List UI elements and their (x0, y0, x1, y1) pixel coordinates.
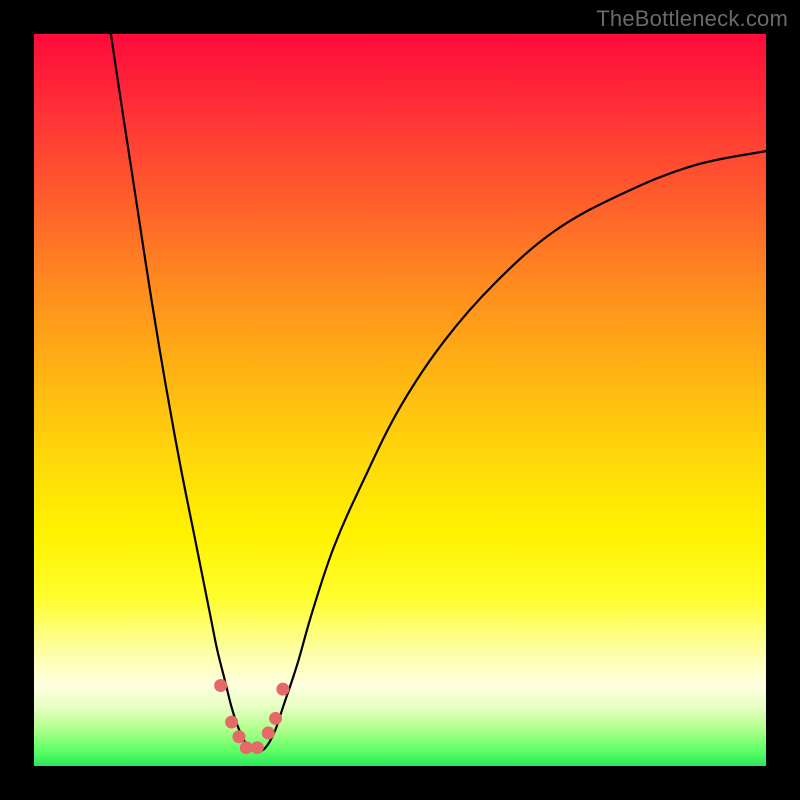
curve-marker (232, 730, 245, 743)
curve-marker (269, 712, 282, 725)
plot-area (34, 34, 766, 766)
watermark-text: TheBottleneck.com (596, 6, 788, 32)
chart-frame: TheBottleneck.com (0, 0, 800, 800)
curve-marker (276, 683, 289, 696)
curve-marker (251, 741, 264, 754)
curve-markers (214, 679, 289, 754)
curve-marker (225, 716, 238, 729)
curve-marker (262, 727, 275, 740)
bottleneck-curve (111, 34, 766, 752)
chart-svg (34, 34, 766, 766)
curve-marker (214, 679, 227, 692)
